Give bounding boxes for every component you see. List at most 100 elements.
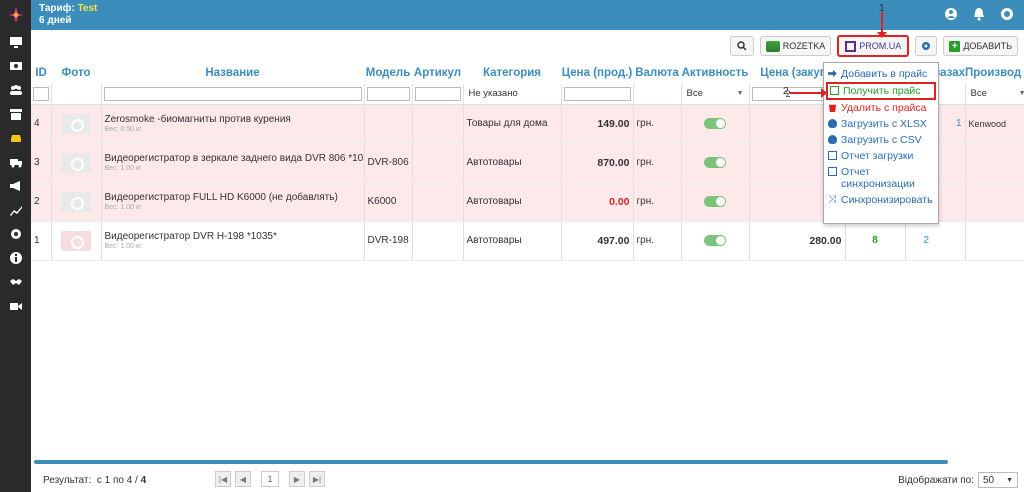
users-icon[interactable]	[0, 78, 31, 102]
activity-toggle[interactable]	[704, 196, 726, 207]
prom-button[interactable]: PROM.UA	[837, 35, 910, 57]
filter-activity[interactable]: Все ▼	[684, 87, 747, 101]
settings-button[interactable]	[915, 36, 938, 56]
photo-placeholder-icon	[61, 230, 91, 251]
menu-remove-from-price[interactable]: Удалить с прайса	[824, 100, 938, 116]
file-icon	[828, 167, 837, 176]
cell-currency: грн.	[633, 221, 682, 261]
video-icon[interactable]	[0, 294, 31, 318]
col-article[interactable]: Артикул	[412, 62, 463, 84]
filter-name[interactable]	[103, 86, 362, 101]
filter-manufacturer[interactable]: Все ▼	[968, 87, 1024, 101]
cell-category: Автотовары	[463, 182, 562, 222]
menu-synchronize[interactable]: ⤨ Синхронизировать	[824, 192, 938, 208]
first-page-icon[interactable]: |◀	[215, 471, 231, 487]
cell-id: 1	[31, 221, 52, 261]
file-icon	[830, 86, 839, 95]
menu-upload-report[interactable]: Отчет загрузки	[824, 148, 938, 164]
car-icon[interactable]	[0, 126, 31, 150]
user-icon[interactable]	[944, 7, 958, 21]
cell-category: Товары для дома	[463, 104, 562, 144]
cell-price: 0.00	[561, 182, 634, 222]
filter-sale-price[interactable]	[563, 86, 631, 101]
product-name[interactable]: Zerosmoke -биомагниты против курения	[105, 114, 361, 125]
menu-upload-xlsx[interactable]: Загрузить с XLSX	[824, 116, 938, 132]
col-sale-price[interactable]: Цена (прод.)	[561, 62, 633, 84]
table-row[interactable]: 1 Видеорегистратор DVR H-198 *1035* Вес: …	[31, 221, 1024, 261]
result-total: 4	[140, 475, 147, 486]
menu-upload-csv[interactable]: Загрузить с CSV	[824, 132, 938, 148]
sign-in-icon	[828, 69, 837, 78]
support-icon[interactable]	[1000, 7, 1014, 21]
col-manufacturer[interactable]: Производ	[965, 62, 1024, 84]
filter-manufacturer-value: Все	[970, 88, 987, 100]
cell-warehouses[interactable]: 2	[905, 221, 966, 261]
next-page-icon[interactable]: ▶	[289, 471, 305, 487]
filter-category-value: Не указано	[468, 88, 518, 100]
product-weight: Вес: 1.00 кг	[104, 243, 142, 250]
horizontal-scrollbar[interactable]	[34, 460, 948, 464]
activity-toggle[interactable]	[704, 157, 726, 168]
cloud-upload-icon	[828, 119, 837, 128]
filter-model[interactable]	[366, 86, 410, 101]
chart-icon[interactable]	[0, 198, 31, 222]
menu-get-price[interactable]: Получить прайс	[826, 82, 936, 100]
product-name[interactable]: Видеорегистратор в зеркале заднего вида …	[105, 153, 364, 164]
product-name[interactable]: Видеорегистратор FULL HD K6000 (не добав…	[105, 192, 361, 203]
activity-toggle[interactable]	[704, 118, 726, 129]
col-id[interactable]: ID	[31, 62, 51, 84]
megaphone-icon[interactable]	[0, 174, 31, 198]
col-category[interactable]: Категория	[463, 62, 561, 84]
filter-article[interactable]	[414, 86, 461, 101]
prev-page-icon[interactable]: ◀	[235, 471, 251, 487]
cell-model: DVR-806	[364, 143, 413, 183]
filter-id[interactable]	[33, 86, 49, 101]
footer: Результат: с 1 по 4 / 4 |◀ ◀ 1 ▶ ▶| Відо…	[31, 466, 1024, 492]
handshake-icon[interactable]	[0, 270, 31, 294]
archive-icon[interactable]	[0, 102, 31, 126]
truck-icon[interactable]	[0, 150, 31, 174]
col-name[interactable]: Название	[101, 62, 364, 84]
last-page-icon[interactable]: ▶|	[309, 471, 325, 487]
col-currency[interactable]: Валюта	[633, 62, 681, 84]
cell-model: K6000	[364, 182, 413, 222]
annotation-2: 2	[783, 86, 789, 97]
file-icon	[828, 151, 837, 160]
rozetka-label: ROZETKA	[782, 41, 826, 51]
photo-placeholder-icon	[61, 191, 91, 212]
topbar: Тариф: Test 6 дней	[31, 0, 1024, 30]
product-name[interactable]: Видеорегистратор DVR H-198 *1035*	[105, 231, 361, 242]
gear-icon[interactable]	[0, 222, 31, 246]
tariff-plan: Test	[77, 3, 98, 14]
cell-category: Автотовары	[463, 143, 562, 183]
filter-activity-value: Все	[686, 88, 703, 100]
info-icon[interactable]	[0, 246, 31, 270]
rozetka-button[interactable]: ROZETKA	[759, 36, 832, 56]
cell-model: DVR-198	[364, 221, 413, 261]
col-model[interactable]: Модель	[364, 62, 412, 84]
chevron-down-icon: ▼	[736, 90, 744, 98]
page-input[interactable]: 1	[261, 471, 279, 487]
menu-add-to-price[interactable]: Добавить в прайс	[824, 66, 938, 82]
menu-synchronize-label: Синхронизировать	[841, 194, 933, 206]
menu-sync-report[interactable]: Отчет синхронизации	[824, 164, 938, 192]
menu-upload-csv-label: Загрузить с CSV	[841, 134, 922, 146]
add-button[interactable]: + ДОБАВИТЬ	[943, 36, 1018, 56]
col-photo[interactable]: Фото	[51, 62, 101, 84]
activity-toggle[interactable]	[704, 235, 726, 246]
money-icon[interactable]	[0, 54, 31, 78]
menu-sync-report-label: Отчет синхронизации	[841, 166, 915, 190]
logo-icon[interactable]	[0, 0, 31, 30]
cell-manufacturer	[965, 143, 1024, 183]
cell-price: 149.00	[561, 104, 634, 144]
result-prefix: Результат:	[43, 475, 92, 486]
cell-id: 4	[31, 104, 52, 144]
per-page-select[interactable]: 50 ▼	[978, 472, 1018, 488]
monitor-icon[interactable]	[0, 30, 31, 54]
product-weight: Вес: 0.50 кг	[104, 126, 142, 133]
col-activity[interactable]: Активность	[681, 62, 749, 84]
filter-category[interactable]: Не указано	[466, 87, 559, 101]
bell-icon[interactable]	[972, 7, 986, 21]
search-button[interactable]	[729, 36, 754, 56]
tariff-label: Тариф:	[39, 3, 75, 14]
